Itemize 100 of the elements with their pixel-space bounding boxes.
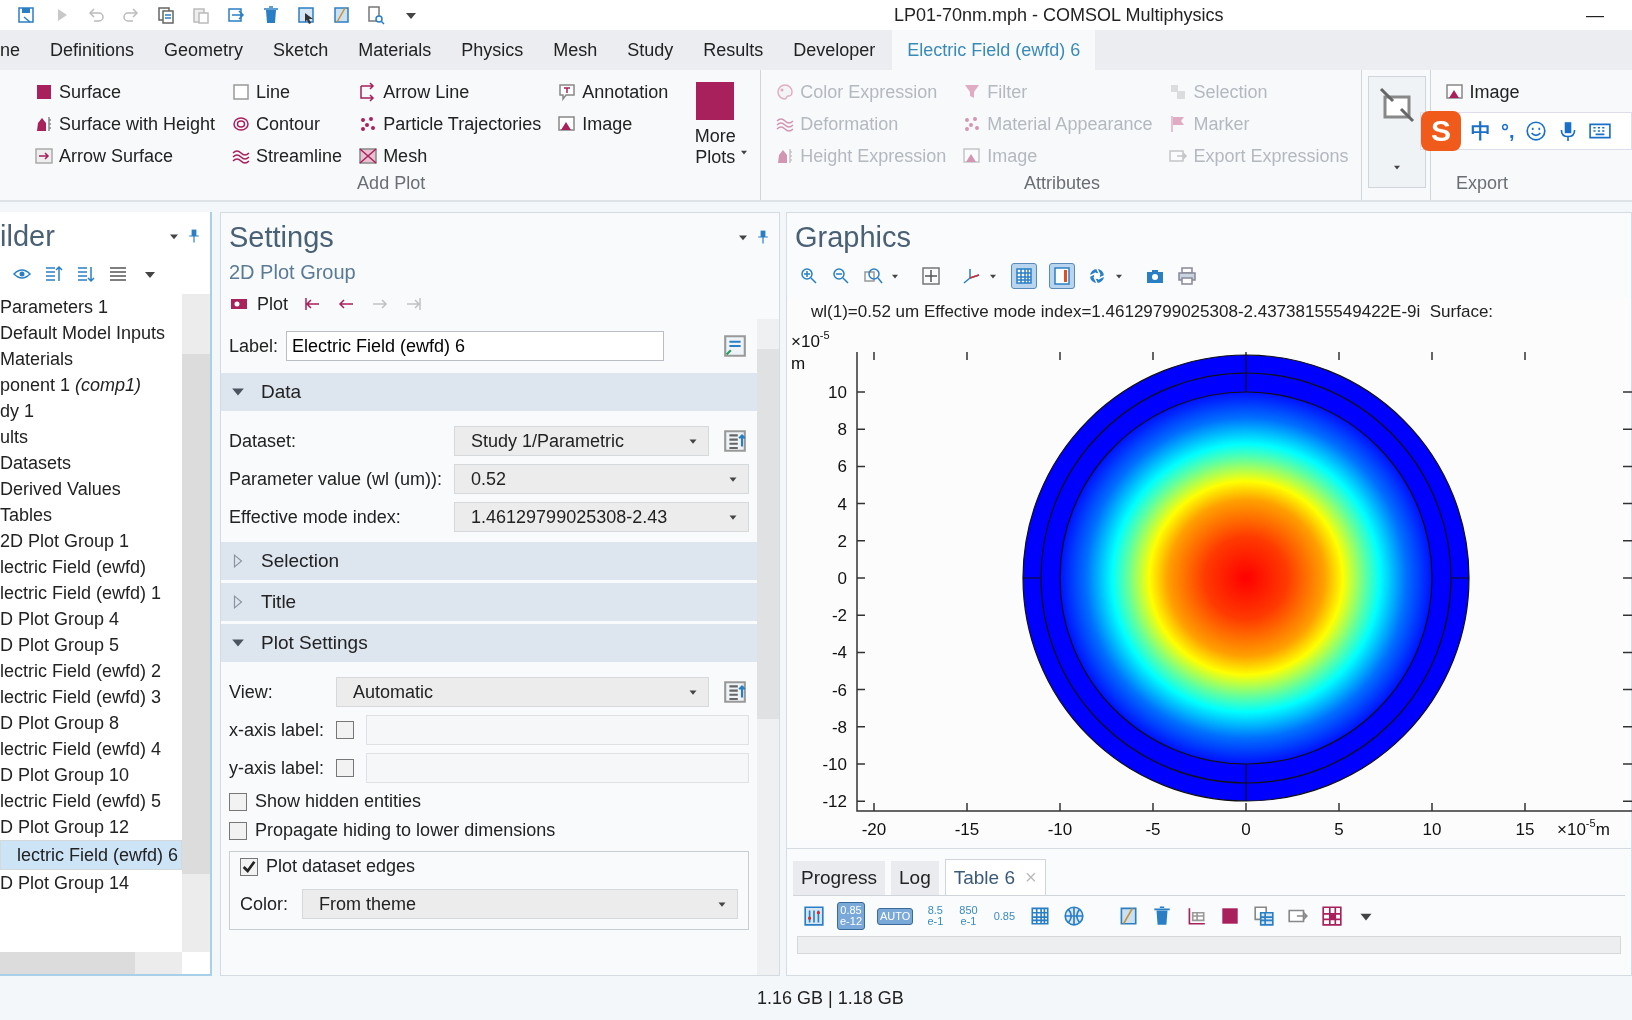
more-plots-button[interactable]: More Plots	[682, 76, 749, 172]
scrollbar[interactable]	[0, 952, 182, 974]
menu-tab[interactable]: Electric Field (ewfd) 6	[892, 30, 1096, 70]
tree-item[interactable]: ults	[0, 424, 182, 450]
tree-item[interactable]: dy 1	[0, 398, 182, 424]
section-header[interactable]: Plot Settings	[221, 624, 757, 662]
menu-tab[interactable]: ne	[0, 30, 36, 70]
scrollbar[interactable]	[757, 319, 779, 975]
pin-icon[interactable]	[755, 229, 771, 245]
tree-item[interactable]: ponent 1 (comp1)	[0, 372, 182, 398]
number-format-button[interactable]: 850 e-1	[957, 903, 980, 929]
input-method-button[interactable]: 中	[1471, 117, 1491, 145]
label-field[interactable]: Electric Field (ewfd) 6	[286, 331, 665, 361]
tree-item[interactable]: lectric Field (ewfd) 6	[0, 840, 182, 870]
sliders-icon[interactable]	[803, 905, 825, 927]
ribbon-button[interactable]: Surface with Height	[32, 113, 218, 135]
checkbox[interactable]	[229, 821, 247, 840]
mesh-icon[interactable]	[358, 146, 379, 166]
list-down-icon[interactable]	[76, 264, 96, 284]
menu-tab[interactable]: Physics	[446, 30, 539, 70]
save-icon[interactable]	[16, 5, 36, 25]
section-header[interactable]: Title	[221, 583, 757, 621]
menu-tab[interactable]: Developer	[778, 30, 891, 70]
list-icon[interactable]	[108, 264, 128, 284]
tree-item[interactable]: lectric Field (ewfd)	[0, 554, 182, 580]
tree-item[interactable]: lectric Field (ewfd) 2	[0, 658, 182, 684]
square-icon[interactable]	[34, 82, 54, 102]
plot-button[interactable]: Plot	[229, 293, 289, 315]
import-icon[interactable]	[226, 5, 246, 25]
grid-icon[interactable]	[1029, 905, 1052, 927]
number-format-button[interactable]: 8.5 e-1	[925, 903, 946, 929]
zoom-extents-icon[interactable]	[921, 266, 941, 286]
globe-icon[interactable]	[1063, 905, 1086, 927]
tree-item[interactable]: D Plot Group 8	[0, 710, 182, 736]
tree-item[interactable]: 2D Plot Group 1	[0, 528, 182, 554]
ribbon-button[interactable]: Arrow Surface	[32, 145, 218, 167]
zoom-in-icon[interactable]	[799, 266, 819, 286]
ribbon-button[interactable]: Contour	[229, 113, 345, 135]
tree-item[interactable]: Derived Values	[0, 476, 182, 502]
tree-item[interactable]: lectric Field (ewfd) 5	[0, 788, 182, 814]
menu-tab[interactable]: Materials	[343, 30, 447, 70]
text-field[interactable]	[366, 715, 749, 745]
dropdown[interactable]: 0.52	[454, 464, 749, 494]
tree-item[interactable]: D Plot Group 14	[0, 870, 182, 896]
image-icon[interactable]	[557, 114, 578, 134]
menu-tab[interactable]: Geometry	[149, 30, 259, 70]
ribbon-button[interactable]: Image	[555, 113, 671, 135]
tree-item[interactable]: lectric Field (ewfd) 4	[0, 736, 182, 762]
copy-icon[interactable]	[156, 5, 176, 25]
menu-tab[interactable]: Sketch	[258, 30, 344, 70]
dropdown[interactable]: From theme	[302, 889, 738, 919]
arrow-surface-icon[interactable]	[34, 146, 54, 166]
clear-selection-icon[interactable]	[331, 5, 351, 25]
table-grid-icon[interactable]	[1321, 905, 1344, 927]
tree-item[interactable]: Default Model Inputs	[0, 320, 182, 346]
ribbon-button[interactable]: Surface	[32, 81, 218, 103]
checkbox[interactable]	[229, 792, 247, 811]
surface-height-icon[interactable]	[34, 114, 54, 134]
checkbox[interactable]	[336, 721, 355, 739]
dropdown[interactable]: Study 1/Parametric	[454, 426, 709, 456]
ribbon-button[interactable]: Streamline	[229, 145, 345, 167]
find-icon[interactable]	[366, 5, 386, 25]
text-field[interactable]	[366, 753, 749, 783]
axes-icon[interactable]	[961, 266, 981, 286]
ribbon-button[interactable]: Particle Trajectories	[356, 113, 544, 135]
ribbon-button[interactable]: Line	[229, 81, 345, 103]
aperture-icon[interactable]	[1087, 266, 1107, 286]
image-icon[interactable]	[1444, 82, 1465, 102]
list-up-icon[interactable]	[44, 264, 64, 284]
tree-item[interactable]: Datasets	[0, 450, 182, 476]
tree-item[interactable]: D Plot Group 5	[0, 632, 182, 658]
tree-item[interactable]: Parameters 1	[0, 294, 182, 320]
contour-icon[interactable]	[231, 114, 252, 134]
input-method-button[interactable]: °,	[1501, 119, 1515, 143]
tree-item[interactable]: Materials	[0, 346, 182, 372]
pin-icon[interactable]	[186, 228, 202, 244]
tree-item[interactable]: lectric Field (ewfd) 3	[0, 684, 182, 710]
tree-item[interactable]: Tables	[0, 502, 182, 528]
section-header[interactable]: Selection	[221, 542, 757, 580]
zoom-out-icon[interactable]	[831, 266, 851, 286]
ribbon-button[interactable]: Arrow Line	[356, 81, 544, 103]
panel-tab[interactable]: Log	[891, 861, 939, 895]
annotation-icon[interactable]	[557, 82, 578, 102]
menu-tab[interactable]: Results	[688, 30, 779, 70]
copy-table-icon[interactable]	[1253, 905, 1276, 927]
number-format-button[interactable]: 0.85	[991, 908, 1018, 924]
tree-item[interactable]: lectric Field (ewfd) 1	[0, 580, 182, 606]
tree-item[interactable]: D Plot Group 4	[0, 606, 182, 632]
panel-tab[interactable]: Table 6 ×	[944, 859, 1046, 895]
menu-tab[interactable]: Definitions	[35, 30, 150, 70]
checkbox[interactable]	[336, 759, 355, 777]
dropdown[interactable]: 1.46129799025308-2.43	[454, 502, 749, 532]
ribbon-button[interactable]: Annotation	[555, 81, 671, 103]
panel-tab[interactable]: Progress	[793, 861, 886, 895]
dropdown[interactable]: Automatic	[336, 677, 709, 707]
section-header[interactable]: Data	[221, 373, 757, 411]
menu-tab[interactable]: Study	[612, 30, 689, 70]
print-icon[interactable]	[1177, 266, 1197, 286]
minimize-button[interactable]: —	[1580, 3, 1610, 27]
zoom-box-icon[interactable]	[863, 266, 883, 286]
